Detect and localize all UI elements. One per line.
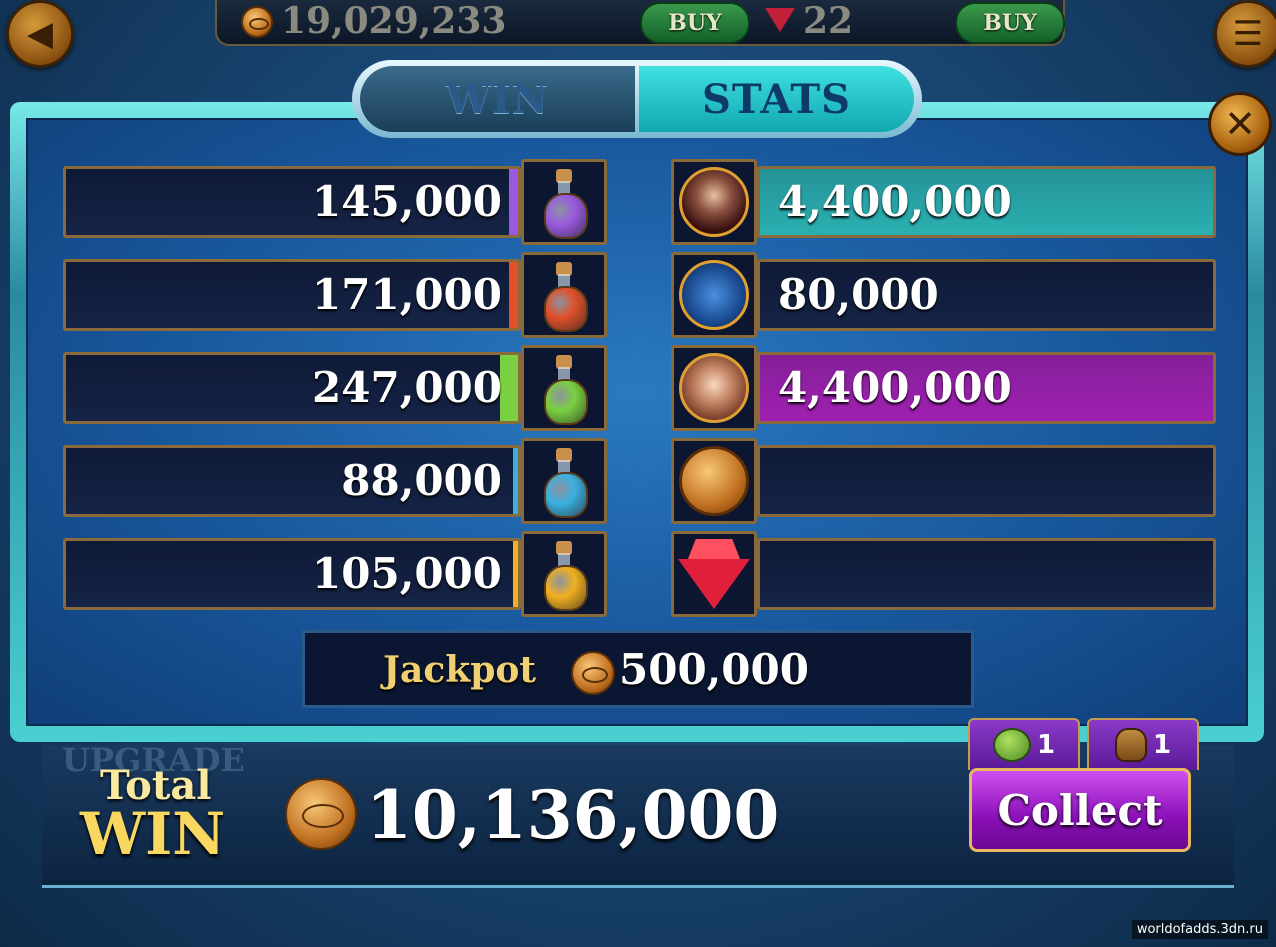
potion-value: 247,000 [312, 363, 502, 412]
gem-icon [765, 8, 795, 32]
tab-win[interactable]: WIN [360, 66, 635, 132]
tab-bar: WIN STATS [352, 60, 922, 138]
potion-progress-bar [499, 355, 518, 421]
eye-coin-icon [285, 778, 357, 850]
avatar-box [671, 159, 757, 245]
potion-stat-row: 247,000 [63, 352, 521, 424]
potion-stat-row: 88,000 [63, 445, 521, 517]
potion-progress-bar [508, 262, 518, 328]
potion-icon-box [521, 252, 607, 338]
eye-coin-icon [571, 651, 615, 695]
close-icon: ✕ [1224, 102, 1256, 146]
jackpot-box: Jackpot 500,000 [302, 630, 974, 708]
character-stat-row [757, 445, 1216, 517]
pumpkin-icon [992, 728, 1031, 762]
potion-progress-bar [513, 448, 518, 514]
collect-button[interactable]: Collect [969, 768, 1191, 852]
potion-icon-box [521, 345, 607, 431]
potion-icon-box [521, 531, 607, 617]
buy-coins-button[interactable]: BUY [640, 2, 750, 44]
win-label: WIN [80, 800, 226, 868]
avatar-box [671, 252, 757, 338]
potion-icon [542, 541, 588, 611]
wolf-portrait [679, 260, 749, 330]
potion-stat-row: 105,000 [63, 538, 521, 610]
potion-bag-item-tab[interactable]: 1 [1087, 718, 1199, 770]
potion-value: 88,000 [341, 456, 502, 505]
jackpot-label: Jackpot [383, 649, 537, 691]
chevron-left-icon: ◀ [26, 14, 54, 54]
character-stat-row [757, 538, 1216, 610]
gem-balance: 22 [803, 0, 854, 42]
menu-button[interactable]: ☰ [1214, 0, 1276, 68]
coin-balance: 19,029,233 [281, 0, 507, 42]
tab-stats[interactable]: STATS [639, 66, 914, 132]
potion-stat-row: 145,000 [63, 166, 521, 238]
character-value: 4,400,000 [778, 177, 1012, 226]
buy-gems-button[interactable]: BUY [955, 2, 1065, 44]
potion-bag-icon [1114, 728, 1147, 762]
close-button[interactable]: ✕ [1208, 92, 1272, 156]
hamburger-icon: ☰ [1232, 14, 1264, 54]
potion-value: 105,000 [312, 549, 502, 598]
currency-bar: 19,029,233 BUY 22 BUY [215, 0, 1065, 46]
watermark: worldofadds.3dn.ru [1131, 920, 1268, 939]
potion-icon [542, 355, 588, 425]
character-stat-row: 80,000 [757, 259, 1216, 331]
potion-icon [542, 262, 588, 332]
eye-coin-icon [241, 6, 273, 38]
eye-coin-icon [679, 446, 749, 516]
potion-progress-bar [508, 169, 518, 235]
character-value: 4,400,000 [778, 363, 1012, 412]
potion-icon [542, 448, 588, 518]
potion-progress-bar [513, 541, 518, 607]
potion-value: 171,000 [312, 270, 502, 319]
back-button[interactable]: ◀ [6, 0, 74, 68]
character-stat-row: 4,400,000 [757, 166, 1216, 238]
vampire-portrait [679, 167, 749, 237]
potion-bag-count: 1 [1152, 730, 1172, 760]
jackpot-value: 500,000 [619, 645, 809, 694]
elf-portrait [679, 353, 749, 423]
character-stat-row: 4,400,000 [757, 352, 1216, 424]
potion-stat-row: 171,000 [63, 259, 521, 331]
total-win-value: 10,136,000 [366, 776, 780, 854]
ruby-gem-icon [678, 539, 750, 609]
pumpkin-count: 1 [1036, 730, 1056, 760]
potion-icon-box [521, 438, 607, 524]
avatar-box [671, 531, 757, 617]
avatar-box [671, 438, 757, 524]
pumpkin-item-tab[interactable]: 1 [968, 718, 1080, 770]
character-value: 80,000 [778, 270, 939, 319]
avatar-box [671, 345, 757, 431]
potion-icon-box [521, 159, 607, 245]
potion-value: 145,000 [312, 177, 502, 226]
potion-icon [542, 169, 588, 239]
